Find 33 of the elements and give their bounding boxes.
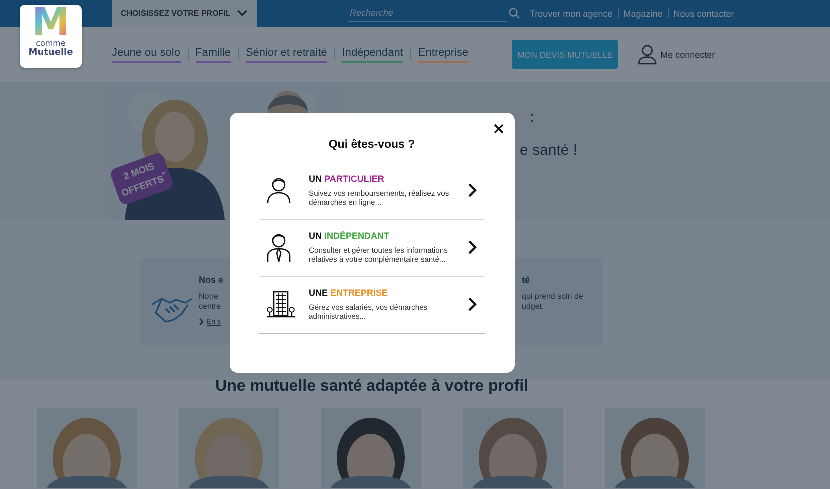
profile-selector[interactable]: CHOISISSEZ VOTRE PROFIL <box>112 0 257 27</box>
chevron-right-icon <box>199 318 204 326</box>
nav-link[interactable]: Entreprise <box>418 46 469 62</box>
chevron-right-icon <box>468 297 477 312</box>
nav-link[interactable]: Indépendant <box>342 46 404 62</box>
hero-subtitle: e santé ! <box>520 142 578 159</box>
close-icon[interactable] <box>494 124 504 134</box>
feature-text: centre <box>199 302 222 312</box>
user-icon <box>638 44 657 65</box>
top-link[interactable]: Nous contacter <box>674 8 734 18</box>
feature-title: té <box>522 275 532 285</box>
search-icon[interactable] <box>509 8 520 19</box>
option-title: UNE ENTREPRISE <box>309 288 390 298</box>
hero-title: : <box>530 109 536 126</box>
nav-link[interactable]: Famille <box>196 46 231 62</box>
top-link[interactable]: Magazine <box>624 8 663 18</box>
feature-text: qui prend soin de <box>522 292 584 302</box>
search-field[interactable]: Recherche <box>348 6 507 22</box>
nav-link[interactable]: Sénior et retraité <box>246 46 328 62</box>
chevron-right-icon <box>468 183 477 198</box>
feature-text: Notre <box>199 292 220 302</box>
chevron-down-icon <box>237 10 248 17</box>
nav-link[interactable]: Jeune ou solo <box>112 46 180 62</box>
option-title: UN INDÉPENDANT <box>309 231 391 241</box>
building-icon <box>267 290 295 320</box>
feature-title: Nos e <box>199 275 224 285</box>
option-title: UN PARTICULIER <box>309 174 386 184</box>
section-title: Une mutuelle santé adaptée à votre profil <box>214 378 530 396</box>
chevron-right-icon <box>468 240 477 255</box>
login-link[interactable]: Me connecter <box>638 44 716 65</box>
modal-title: Qui êtes-vous ? <box>328 139 416 151</box>
top-link[interactable]: Trouver mon agence <box>530 8 613 18</box>
feature-text: udget. <box>522 302 546 312</box>
